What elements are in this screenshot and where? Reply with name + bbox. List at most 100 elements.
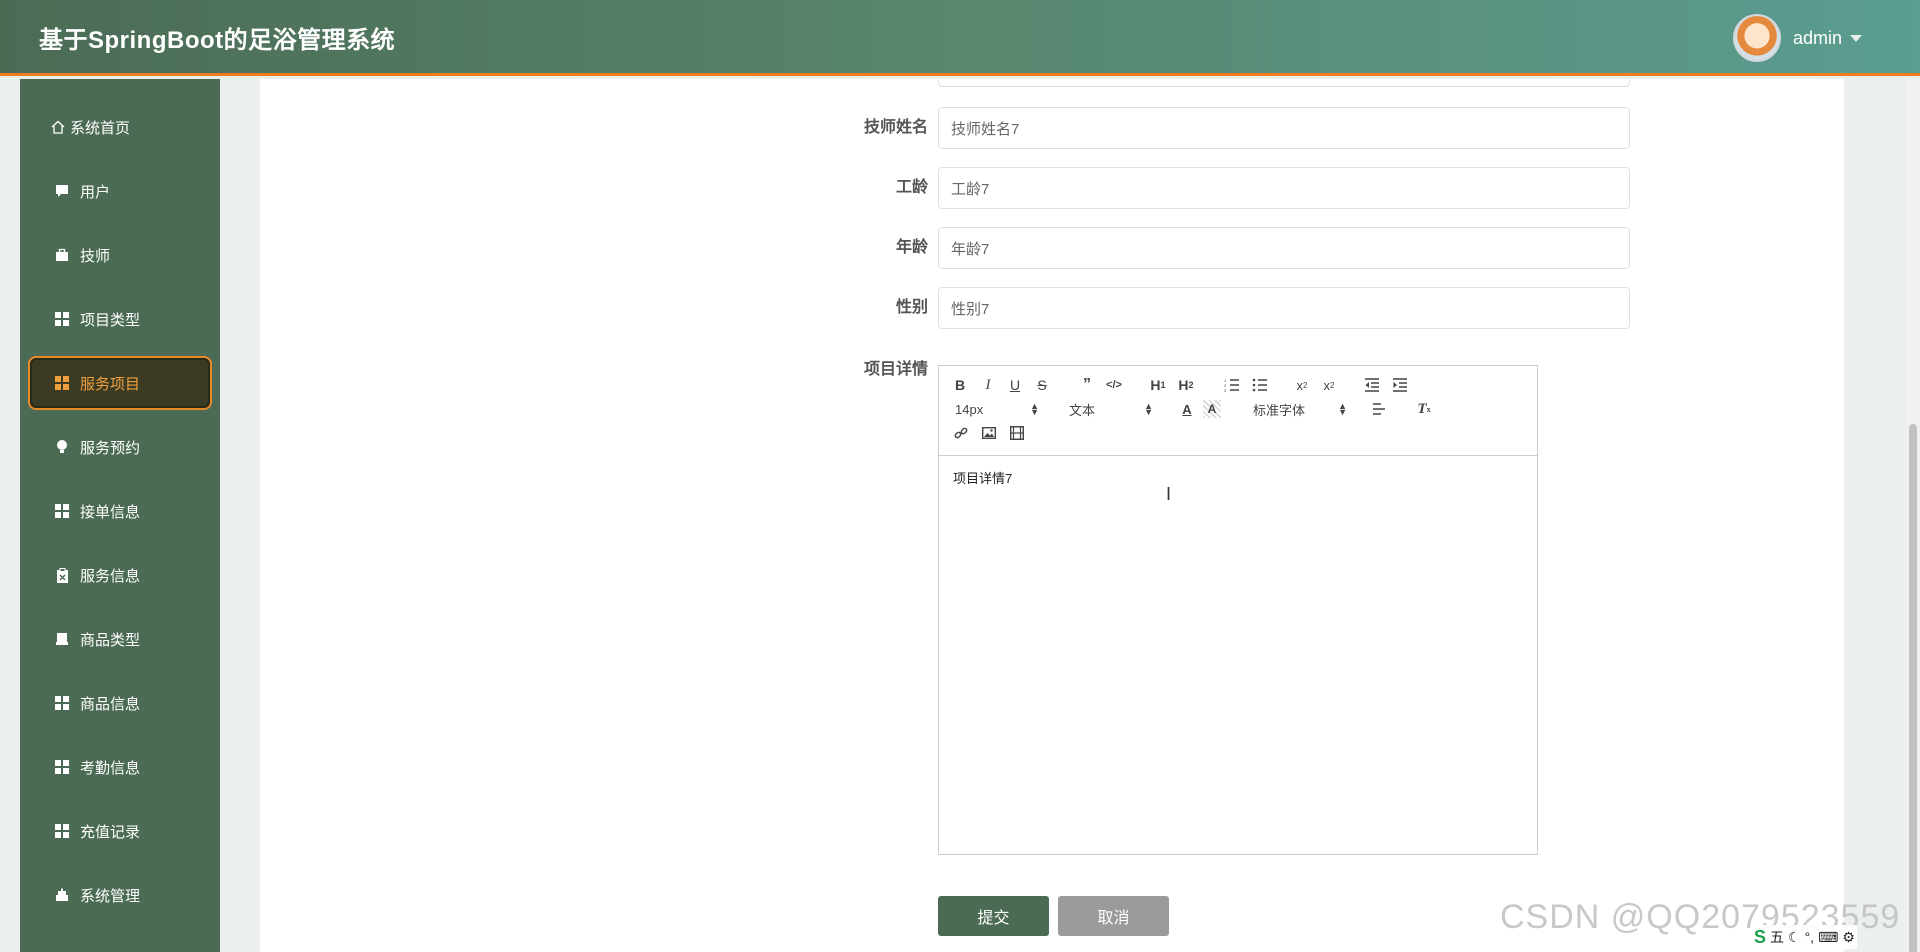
- home-icon: [50, 119, 66, 135]
- image-icon[interactable]: [981, 424, 997, 442]
- select-arrows-icon: ▲ ▼: [1144, 401, 1153, 417]
- sidebar-item-orders[interactable]: 接单信息: [28, 484, 212, 538]
- sidebar-item-goods-types[interactable]: 商品类型: [28, 612, 212, 666]
- sidebar-item-home[interactable]: 系统首页: [28, 100, 212, 154]
- link-icon[interactable]: [953, 424, 969, 442]
- ime-toolbar[interactable]: S 五 ☾ °, ⌨ ⚙: [1752, 925, 1857, 949]
- user-menu[interactable]: admin: [1732, 14, 1862, 62]
- field-label: 年龄: [895, 239, 928, 256]
- gender-input[interactable]: [938, 287, 1630, 329]
- briefcase-icon: [54, 247, 70, 263]
- app-title: 基于SpringBoot的足浴管理系统: [39, 27, 396, 54]
- sidebar-item-label: 服务信息: [80, 567, 141, 585]
- editor-content-area[interactable]: 项目详情7 I: [939, 456, 1537, 854]
- video-icon[interactable]: [1009, 424, 1025, 442]
- punctuation-icon[interactable]: °,: [1805, 929, 1815, 945]
- subscript-icon[interactable]: x2: [1293, 376, 1311, 394]
- align-left-icon[interactable]: [1371, 400, 1387, 418]
- sidebar-item-label: 商品类型: [80, 631, 141, 649]
- sidebar-item-label: 系统管理: [80, 887, 141, 905]
- font-color-icon[interactable]: A: [1179, 400, 1195, 418]
- sidebar-item-label: 用户: [80, 183, 111, 201]
- form-row-work-years: 工龄: [260, 167, 1844, 209]
- editor-toolbar: B I U S ” </> H1 H2 123 x2 x2 14px ▲ ▼ 文…: [939, 366, 1537, 456]
- form-row-age: 年龄: [260, 227, 1844, 269]
- sidebar-item-label: 技师: [80, 247, 111, 265]
- field-label: 技师姓名: [863, 119, 928, 136]
- sidebar-item-technicians[interactable]: 技师: [28, 228, 212, 282]
- sidebar-item-attendance[interactable]: 考勤信息: [28, 740, 212, 794]
- settings-icon[interactable]: ⚙: [1842, 929, 1855, 946]
- sidebar-item-system[interactable]: 系统管理: [28, 868, 212, 922]
- strikethrough-icon[interactable]: S: [1035, 376, 1049, 394]
- grid-icon: [54, 759, 70, 775]
- field-label: 性别: [895, 299, 928, 316]
- grid-icon: [54, 823, 70, 839]
- scrollbar-thumb[interactable]: [1909, 424, 1917, 952]
- outdent-icon[interactable]: [1363, 376, 1381, 394]
- sidebar-item-label: 接单信息: [80, 503, 141, 521]
- sidebar-item-appointments[interactable]: 服务预约: [28, 420, 212, 474]
- cancel-button[interactable]: 取消: [1058, 896, 1169, 936]
- age-input[interactable]: [938, 227, 1630, 269]
- page-scrollbar[interactable]: [1906, 79, 1920, 952]
- bulb-icon: [54, 439, 70, 455]
- avatar[interactable]: [1732, 14, 1781, 62]
- editor-content-text: 项目详情7: [953, 471, 1013, 486]
- select-arrows-icon: ▲ ▼: [1338, 401, 1347, 417]
- sidebar-item-goods-info[interactable]: 商品信息: [28, 676, 212, 730]
- sidebar-item-label: 系统首页: [70, 119, 131, 137]
- caret-down-icon[interactable]: [1850, 34, 1862, 42]
- font-size-select[interactable]: 14px ▲ ▼: [955, 400, 1039, 418]
- code-icon[interactable]: </>: [1105, 376, 1123, 394]
- blockquote-icon[interactable]: ”: [1079, 376, 1095, 394]
- heading1-icon[interactable]: H1: [1148, 376, 1168, 394]
- grid-icon: [54, 695, 70, 711]
- form-row-gender: 性别: [260, 287, 1844, 329]
- grid-icon: [54, 375, 70, 391]
- bullet-list-icon[interactable]: [1251, 376, 1269, 394]
- sidebar-item-service-info[interactable]: 服务信息: [28, 548, 212, 602]
- form-row-technician-name: 技师姓名: [260, 107, 1844, 149]
- sidebar-item-label: 商品信息: [80, 695, 141, 713]
- ime-logo-icon[interactable]: S: [1754, 927, 1766, 948]
- sidebar-item-recharge[interactable]: 充值记录: [28, 804, 212, 858]
- block-format-select[interactable]: 文本 ▲ ▼: [1069, 400, 1153, 418]
- grid-icon: [54, 311, 70, 327]
- text-cursor-icon: I: [1166, 484, 1172, 504]
- editor-label: 项目详情: [863, 361, 928, 378]
- sidebar-item-label: 考勤信息: [80, 759, 141, 777]
- sidebar-item-label: 充值记录: [80, 823, 141, 841]
- background-color-icon[interactable]: A: [1203, 400, 1221, 418]
- keyboard-icon[interactable]: ⌨: [1818, 929, 1838, 946]
- superscript-icon[interactable]: x2: [1320, 376, 1338, 394]
- bold-icon[interactable]: B: [953, 376, 967, 394]
- clear-format-icon[interactable]: Tx: [1415, 400, 1433, 418]
- italic-icon[interactable]: I: [981, 376, 995, 394]
- sidebar-item-service-projects[interactable]: 服务项目: [28, 356, 212, 410]
- font-size-value: 14px: [955, 401, 984, 417]
- clipboard-icon: [54, 567, 70, 583]
- moon-icon[interactable]: ☾: [1788, 929, 1801, 946]
- font-family-select[interactable]: 标准字体 ▲ ▼: [1253, 400, 1347, 418]
- sidebar-item-label: 服务项目: [80, 375, 141, 393]
- font-family-value: 标准字体: [1253, 402, 1306, 418]
- technician-name-input[interactable]: [938, 107, 1630, 149]
- sidebar-item-label: 项目类型: [80, 311, 141, 329]
- chat-icon: [54, 183, 70, 199]
- heading2-icon[interactable]: H2: [1176, 376, 1196, 394]
- sidebar-item-project-types[interactable]: 项目类型: [28, 292, 212, 346]
- select-arrows-icon: ▲ ▼: [1030, 401, 1039, 417]
- indent-icon[interactable]: [1391, 376, 1409, 394]
- previous-field-edge: [938, 79, 1630, 87]
- sidebar-menu: 系统首页 用户 技师 项目类型 服务项目 服务预约 接单信息 服务信息 商品类型…: [20, 79, 220, 952]
- username[interactable]: admin: [1793, 28, 1842, 49]
- submit-button[interactable]: 提交: [938, 896, 1049, 936]
- block-format-value: 文本: [1069, 402, 1096, 418]
- underline-icon[interactable]: U: [1008, 376, 1022, 394]
- sidebar-item-users[interactable]: 用户: [28, 164, 212, 218]
- work-years-input[interactable]: [938, 167, 1630, 209]
- top-header: 基于SpringBoot的足浴管理系统 admin: [0, 0, 1920, 76]
- ordered-list-icon[interactable]: 123: [1223, 376, 1241, 394]
- ime-mode[interactable]: 五: [1770, 927, 1784, 947]
